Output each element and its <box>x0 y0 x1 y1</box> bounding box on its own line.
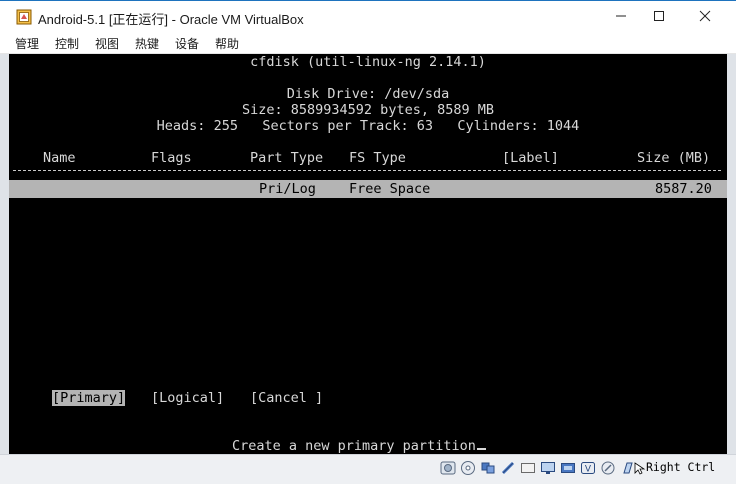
column-name: Name <box>43 150 76 166</box>
shared-folders-icon[interactable] <box>520 460 536 476</box>
status-bar: V Right Ctrl <box>0 454 736 484</box>
menu-bar: 管理 控制 视图 热键 设备 帮助 <box>0 32 736 54</box>
network-icon[interactable] <box>500 460 516 476</box>
column-label: [Label] <box>502 150 559 166</box>
partition-row[interactable]: Pri/Log Free Space 8587.20 <box>9 180 727 198</box>
window-title: Android-5.1 [正在运行] - Oracle VM VirtualBo… <box>38 12 304 27</box>
usb-icon[interactable] <box>480 460 496 476</box>
cancel-button[interactable]: [Cancel ] <box>250 390 323 406</box>
row-part-type: Pri/Log <box>259 181 316 197</box>
title-bar: Android-5.1 [正在运行] - Oracle VM VirtualBo… <box>0 0 736 32</box>
right-frame <box>727 54 736 454</box>
close-icon <box>699 10 711 22</box>
maximize-icon <box>654 11 664 21</box>
vm-screen[interactable]: cfdisk (util-linux-ng 2.14.1) Disk Drive… <box>9 54 727 454</box>
close-button[interactable] <box>682 1 728 31</box>
header-divider <box>13 170 721 171</box>
disk-drive-label: Disk Drive: /dev/sda <box>286 86 450 102</box>
svg-text:V: V <box>585 465 592 475</box>
menu-hotkeys[interactable]: 热键 <box>135 35 159 52</box>
menu-manage[interactable]: 管理 <box>15 35 39 52</box>
maximize-button[interactable] <box>636 1 682 31</box>
column-fs-type: FS Type <box>349 150 406 166</box>
menu-help[interactable]: 帮助 <box>215 35 239 52</box>
menu-control[interactable]: 控制 <box>55 35 79 52</box>
menu-devices[interactable]: 设备 <box>175 35 199 52</box>
column-part-type: Part Type <box>250 150 324 166</box>
status-message-line: Create a new primary partition <box>232 438 486 454</box>
text-cursor <box>476 448 486 450</box>
row-fs-type: Free Space <box>349 181 431 197</box>
left-frame <box>0 54 9 454</box>
menu-view[interactable]: 视图 <box>95 35 119 52</box>
column-flags: Flags <box>151 150 192 166</box>
recording-icon[interactable]: V <box>580 460 596 476</box>
disk-geometry-label: Heads: 255 Sectors per Track: 63 Cylinde… <box>156 118 580 134</box>
primary-button[interactable]: [Primary] <box>52 390 126 406</box>
mouse-integration-icon[interactable] <box>600 460 616 476</box>
virtualbox-app-icon[interactable] <box>16 9 32 25</box>
minimize-icon <box>616 15 626 17</box>
row-size: 8587.20 <box>655 181 712 197</box>
hard-disk-icon[interactable] <box>440 460 456 476</box>
optical-drive-icon[interactable] <box>460 460 476 476</box>
display-icon[interactable] <box>540 460 556 476</box>
column-size: Size (MB) <box>637 150 711 166</box>
status-message: Create a new primary partition <box>232 438 476 454</box>
logical-button[interactable]: [Logical] <box>151 390 224 406</box>
host-key-label[interactable]: Right Ctrl <box>646 460 715 474</box>
disk-size-label: Size: 8589934592 bytes, 8589 MB <box>242 102 494 118</box>
video-capture-icon[interactable] <box>560 460 576 476</box>
cfdisk-title: cfdisk (util-linux-ng 2.14.1) <box>250 54 486 70</box>
